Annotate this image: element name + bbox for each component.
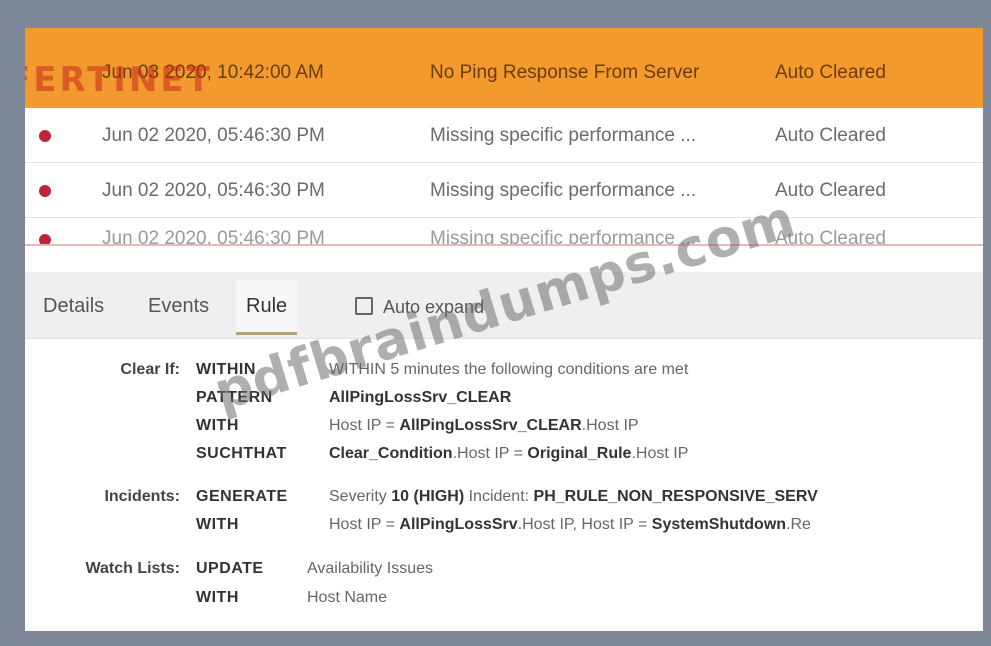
with-value: Host IP = AllPingLossSrv_CLEAR.Host IP <box>329 417 639 434</box>
incident-time: Jun 02 2020, 05:46:30 PM <box>102 228 325 246</box>
pattern-keyword: PATTERN <box>196 389 273 406</box>
severity-high-icon <box>39 234 51 244</box>
tab-events[interactable]: Events <box>138 280 219 332</box>
suchthat-value: Clear_Condition.Host IP = Original_Rule.… <box>329 445 689 462</box>
logo-text: FERTINET <box>25 60 213 100</box>
auto-expand-checkbox[interactable] <box>355 297 373 315</box>
with-value: Host IP = AllPingLossSrv.Host IP, Host I… <box>329 516 811 533</box>
watch-lists-label: Watch Lists: <box>85 560 180 577</box>
fortinet-logo: FERTINET <box>25 60 213 100</box>
incident-detail-pane: Details Events Rule Auto expand Clear If… <box>25 272 983 631</box>
suchthat-keyword: SUCHTHAT <box>196 445 287 462</box>
with-keyword: WITH <box>196 589 239 606</box>
within-value: WITHIN 5 minutes the following condition… <box>329 361 689 378</box>
auto-expand-toggle[interactable]: Auto expand <box>355 297 484 318</box>
generate-keyword: GENERATE <box>196 488 288 505</box>
incident-title: Missing specific performance ... <box>430 180 697 201</box>
incident-row[interactable]: Jun 02 2020, 05:46:30 PM Missing specifi… <box>25 218 983 246</box>
with-keyword: WITH <box>196 417 239 434</box>
severity-high-icon <box>39 130 51 142</box>
incident-time: Jun 02 2020, 05:46:30 PM <box>102 125 325 146</box>
incident-status: Auto Cleared <box>775 62 886 83</box>
update-value: Availability Issues <box>307 560 433 577</box>
with-value: Host Name <box>307 589 388 606</box>
severity-high-icon <box>39 185 51 197</box>
clear-if-label: Clear If: <box>120 361 180 378</box>
incident-row[interactable]: Jun 02 2020, 05:46:30 PM Missing specifi… <box>25 163 983 218</box>
incident-title: No Ping Response From Server <box>430 62 700 83</box>
pattern-value: AllPingLossSrv_CLEAR <box>329 389 512 406</box>
incident-time: Jun 02 2020, 05:46:30 PM <box>102 180 325 201</box>
incidents-label: Incidents: <box>104 488 180 505</box>
detail-tabbar: Details Events Rule Auto expand <box>25 272 983 339</box>
within-keyword: WITHIN <box>196 361 256 378</box>
update-keyword: UPDATE <box>196 560 264 577</box>
tab-rule[interactable]: Rule <box>236 280 298 335</box>
generate-value: Severity 10 (HIGH) Incident: PH_RULE_NON… <box>329 488 818 505</box>
incident-window: Jun 03 2020, 10:42:00 AM No Ping Respons… <box>25 28 983 631</box>
incident-status: Auto Cleared <box>775 125 886 146</box>
incident-status: Auto Cleared <box>775 228 886 246</box>
incident-title: Missing specific performance ... <box>430 125 697 146</box>
auto-expand-label: Auto expand <box>383 297 485 317</box>
incident-row[interactable]: Jun 02 2020, 05:46:30 PM Missing specifi… <box>25 108 983 163</box>
with-keyword: WITH <box>196 516 239 533</box>
incident-title: Missing specific performance ... <box>430 228 697 246</box>
incident-status: Auto Cleared <box>775 180 886 201</box>
tab-details[interactable]: Details <box>33 280 114 332</box>
